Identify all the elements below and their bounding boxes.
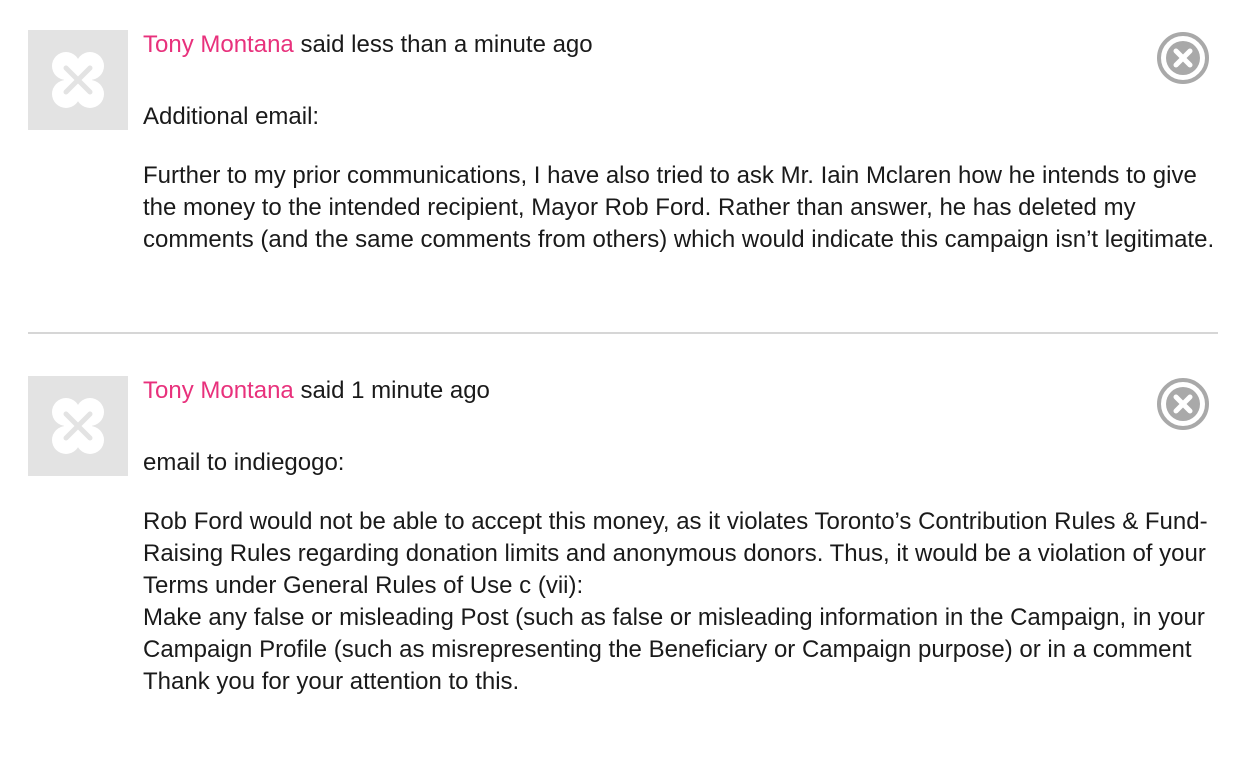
- comments-list: Tony Montana said less than a minute ago…: [0, 0, 1252, 772]
- close-circle-icon: [1157, 32, 1209, 84]
- comment-subject: Additional email:: [143, 103, 320, 130]
- delete-comment-button[interactable]: [1156, 377, 1210, 431]
- clover-placeholder-icon: [52, 52, 104, 108]
- author-link[interactable]: Tony Montana: [143, 377, 294, 404]
- comment-header: Tony Montana said less than a minute ago: [143, 31, 593, 59]
- close-circle-icon: [1157, 378, 1209, 430]
- comment-paragraph: Thank you for your attention to this.: [143, 668, 520, 695]
- clover-placeholder-icon: [52, 398, 104, 454]
- avatar[interactable]: [28, 30, 128, 130]
- comment-paragraph: Further to my prior communications, I ha…: [143, 162, 1215, 253]
- avatar[interactable]: [28, 376, 128, 476]
- comment-body: Rob Ford would not be able to accept thi…: [143, 506, 1228, 698]
- comment-body: Further to my prior communications, I ha…: [143, 160, 1228, 256]
- comment-paragraph: Make any false or misleading Post (such …: [143, 604, 1205, 663]
- comment-header: Tony Montana said 1 minute ago: [143, 377, 490, 405]
- comment-subject: email to indiegogo:: [143, 449, 345, 476]
- comment-paragraph: Rob Ford would not be able to accept thi…: [143, 508, 1208, 599]
- comment-timestamp: said 1 minute ago: [300, 377, 490, 404]
- delete-comment-button[interactable]: [1156, 31, 1210, 85]
- comment-divider: [28, 332, 1218, 334]
- author-link[interactable]: Tony Montana: [143, 31, 294, 58]
- comment-timestamp: said less than a minute ago: [300, 31, 593, 58]
